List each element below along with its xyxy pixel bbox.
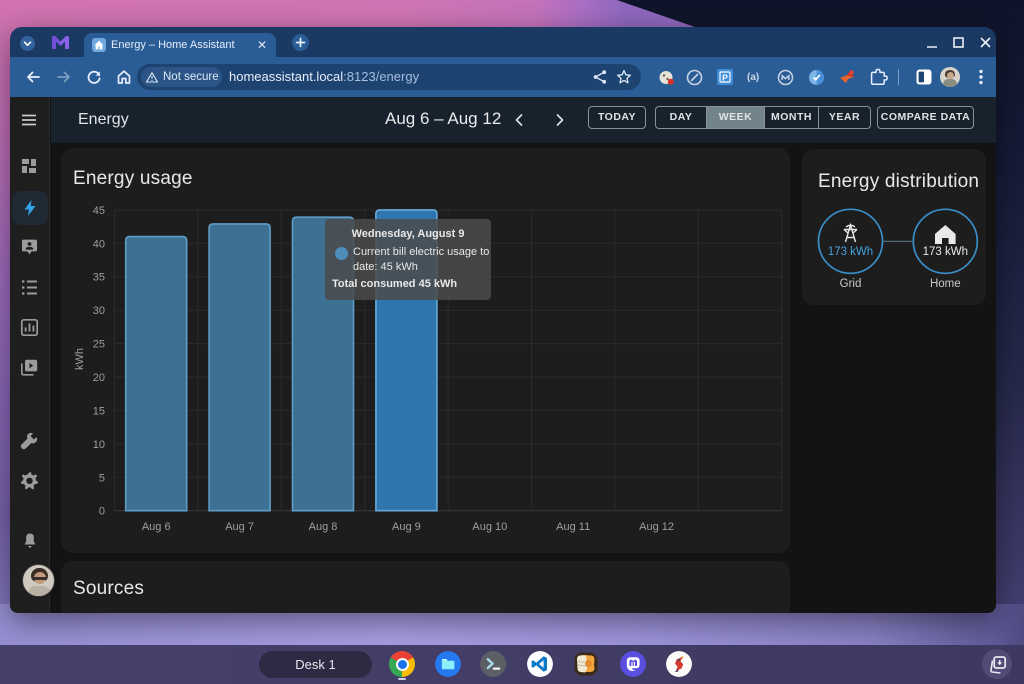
svg-text:Aug 9: Aug 9 (392, 521, 421, 533)
svg-text:40: 40 (93, 238, 105, 250)
svg-text:15: 15 (93, 405, 105, 417)
svg-text:173 kWh: 173 kWh (923, 246, 968, 258)
svg-text:10: 10 (93, 439, 105, 451)
svg-text:5: 5 (99, 472, 105, 484)
svg-text:Aug 8: Aug 8 (309, 521, 338, 533)
svg-text:Aug 12: Aug 12 (639, 521, 674, 533)
svg-text:25: 25 (93, 339, 105, 351)
svg-text:kWh: kWh (74, 348, 86, 370)
svg-text:Aug 6: Aug 6 (142, 521, 171, 533)
svg-text:Aug 7: Aug 7 (225, 521, 254, 533)
svg-text:Home: Home (930, 278, 961, 290)
svg-text:30: 30 (93, 305, 105, 317)
svg-text:20: 20 (93, 372, 105, 384)
svg-text:Aug 10: Aug 10 (472, 521, 507, 533)
svg-text:P: P (722, 73, 728, 83)
svg-text:0: 0 (99, 506, 105, 518)
svg-text:35: 35 (93, 272, 105, 284)
svg-text:173 kWh: 173 kWh (828, 246, 873, 258)
svg-text:45: 45 (93, 205, 105, 217)
svg-text:Grid: Grid (840, 278, 862, 290)
svg-text:Aug 11: Aug 11 (556, 521, 590, 533)
